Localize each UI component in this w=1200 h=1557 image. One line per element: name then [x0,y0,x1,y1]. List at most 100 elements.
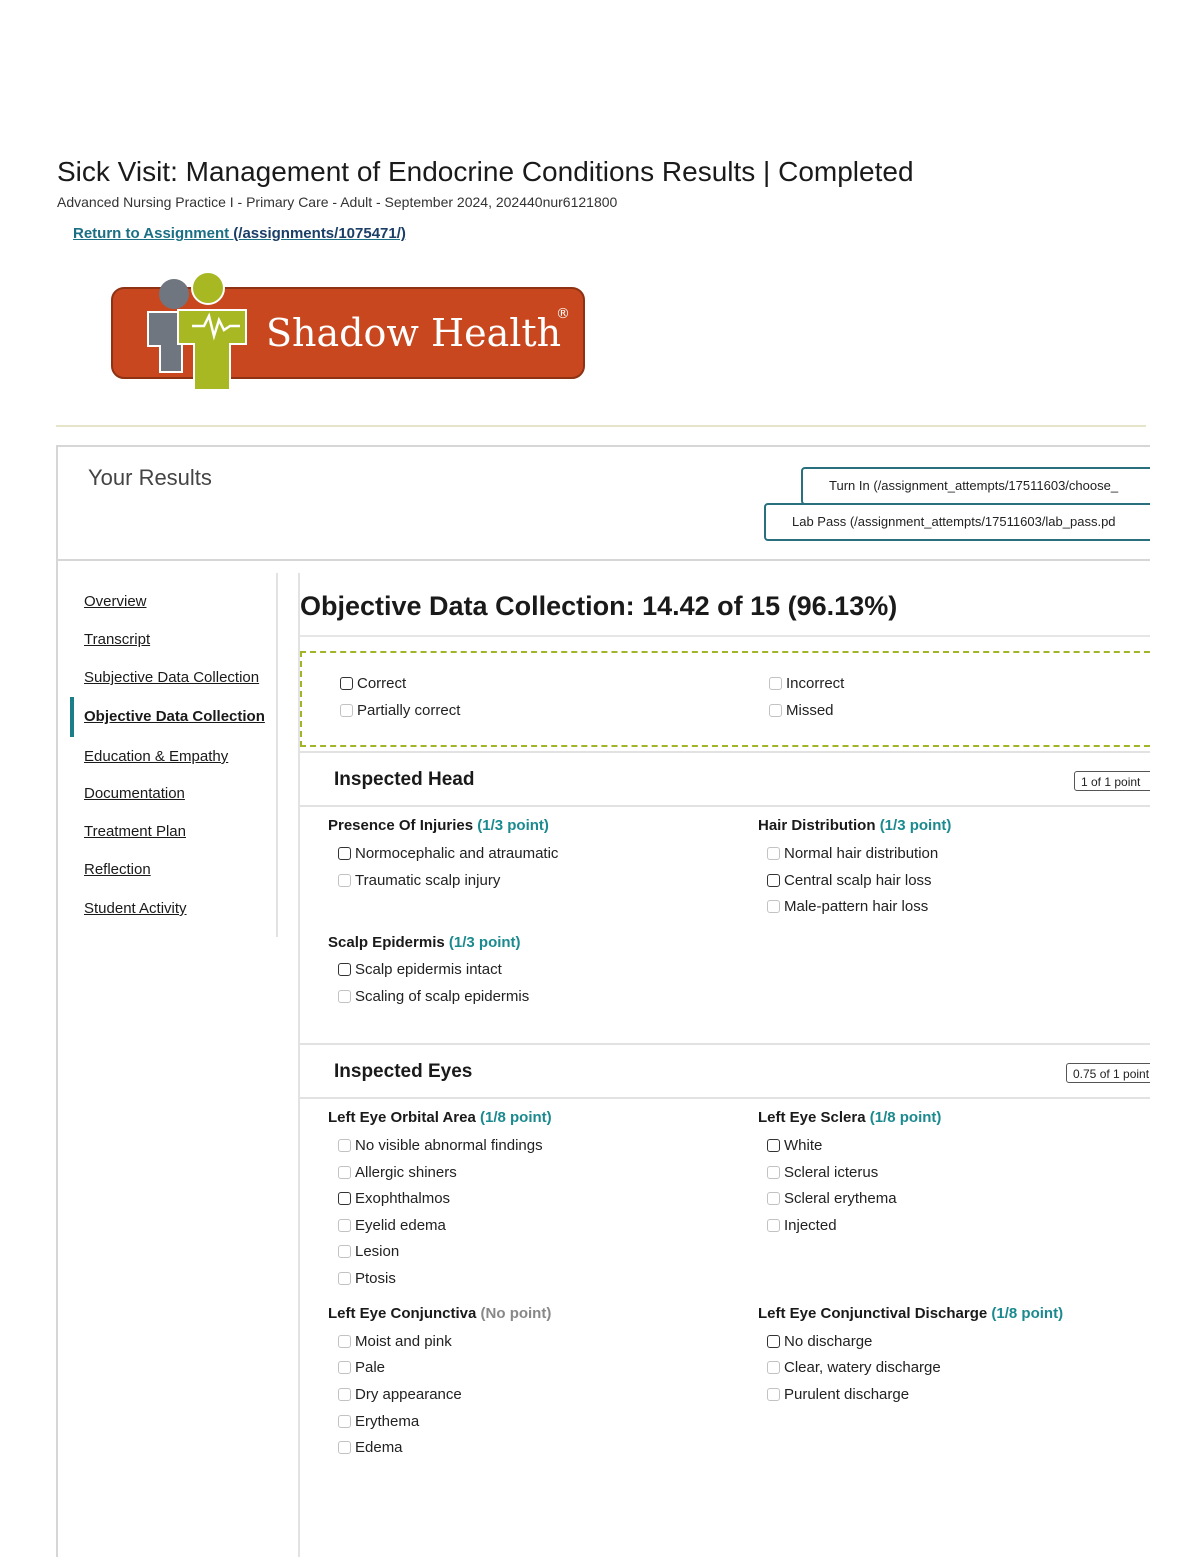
nav-overview[interactable]: Overview [84,593,147,610]
logo-registered-mark: ® [556,306,570,322]
checkbox-icon [338,874,351,887]
score-badge: 0.75 of 1 point [1066,1063,1150,1083]
group-scalp-epidermis: Scalp Epidermis (1/3 point) [328,934,521,951]
group-left-eye-orbital-area: Left Eye Orbital Area (1/8 point) [328,1109,552,1126]
checkbox-icon [767,1192,780,1205]
option-item: Traumatic scalp injury [338,872,500,889]
results-main-content: Objective Data Collection: 14.42 of 15 (… [298,573,1150,1557]
logo-text: Shadow Health [266,311,561,355]
checkbox-icon [767,1166,780,1179]
checkbox-icon [338,1388,351,1401]
checkbox-icon [767,1335,780,1348]
inspected-head-card: Inspected Head 1 of 1 point Presence Of … [300,751,1150,1041]
shadow-health-logo: Shadow Health ® [108,268,588,398]
option-item: Moist and pink [338,1333,452,1350]
checkbox-icon [338,1166,351,1179]
checkbox-icon [340,677,353,690]
lab-pass-button[interactable]: Lab Pass (/assignment_attempts/17511603/… [764,503,1150,541]
checkbox-icon [767,874,780,887]
option-item: Scaling of scalp epidermis [338,988,529,1005]
checkbox-icon [767,1139,780,1152]
option-item: White [767,1137,822,1154]
results-sidebar-nav: Overview Transcript Subjective Data Coll… [58,573,278,937]
return-link-text: Return to Assignment [73,225,230,242]
legend-missed: Missed [769,702,834,719]
legend-incorrect: Incorrect [769,675,844,692]
nav-transcript[interactable]: Transcript [84,631,150,648]
inspected-eyes-card: Inspected Eyes 0.75 of 1 point Left Eye … [300,1043,1150,1523]
checkbox-icon [338,1415,351,1428]
nav-reflection[interactable]: Reflection [84,861,151,878]
checkbox-icon [338,1192,351,1205]
nav-student-activity[interactable]: Student Activity [84,900,187,917]
option-item: Scalp epidermis intact [338,961,502,978]
nav-education-empathy[interactable]: Education & Empathy [84,748,228,765]
option-item: Allergic shiners [338,1164,457,1181]
group-hair-distribution: Hair Distribution (1/3 point) [758,817,952,834]
checkbox-icon [338,1441,351,1454]
return-to-assignment-link[interactable]: Return to Assignment (/assignments/10754… [73,225,406,242]
checkbox-icon [338,847,351,860]
option-item: Central scalp hair loss [767,872,932,889]
option-item: Normocephalic and atraumatic [338,845,558,862]
results-panel: Your Results Turn In (/assignment_attemp… [56,445,1150,1557]
checkbox-icon [338,1245,351,1258]
checkbox-icon [769,704,782,717]
nav-treatment-plan[interactable]: Treatment Plan [84,823,186,840]
active-nav-indicator [70,697,74,737]
checkbox-icon [338,1219,351,1232]
card-header[interactable]: Inspected Eyes 0.75 of 1 point [300,1043,1150,1099]
return-link-path: (/assignments/1075471/) [229,225,406,242]
page-subtitle: Advanced Nursing Practice I - Primary Ca… [57,194,618,210]
group-left-eye-conjunctival-discharge: Left Eye Conjunctival Discharge (1/8 poi… [758,1305,1064,1322]
checkbox-icon [767,847,780,860]
group-presence-of-injuries: Presence Of Injuries (1/3 point) [328,817,549,834]
nav-objective-data-collection[interactable]: Objective Data Collection [84,708,265,725]
group-left-eye-conjunctiva: Left Eye Conjunctiva (No point) [328,1305,552,1322]
option-item: Exophthalmos [338,1190,450,1207]
checkbox-icon [338,1335,351,1348]
option-item: Injected [767,1217,837,1234]
card-header[interactable]: Inspected Head 1 of 1 point [300,751,1150,807]
checkbox-icon [767,1361,780,1374]
checkbox-icon [338,1139,351,1152]
nav-documentation[interactable]: Documentation [84,785,185,802]
checkbox-icon [338,1272,351,1285]
legend-correct: Correct [340,675,406,692]
card-title: Inspected Head [334,769,475,790]
option-item: Clear, watery discharge [767,1359,941,1376]
your-results-heading: Your Results [88,465,212,490]
card-title: Inspected Eyes [334,1061,473,1082]
option-item: Eyelid edema [338,1217,446,1234]
option-item: Normal hair distribution [767,845,938,862]
option-item: Ptosis [338,1270,396,1287]
checkbox-icon [767,1219,780,1232]
header-divider [56,425,1146,427]
option-item: Edema [338,1439,403,1456]
section-divider [300,635,1150,637]
checkbox-icon [767,1388,780,1401]
checkbox-icon [338,963,351,976]
legend-partially-correct: Partially correct [340,702,460,719]
answer-legend: Correct Partially correct Incorrect Miss… [300,651,1150,747]
shadow-health-logo-graphic: Shadow Health ® [111,271,585,391]
option-item: Erythema [338,1413,419,1430]
section-title: Objective Data Collection: 14.42 of 15 (… [300,591,898,621]
page-title: Sick Visit: Management of Endocrine Cond… [57,156,914,187]
option-item: Lesion [338,1243,399,1260]
option-item: Purulent discharge [767,1386,909,1403]
option-item: Scleral icterus [767,1164,878,1181]
turn-in-button[interactable]: Turn In (/assignment_attempts/17511603/c… [801,467,1150,505]
checkbox-icon [340,704,353,717]
option-item: No visible abnormal findings [338,1137,543,1154]
option-item: Dry appearance [338,1386,462,1403]
checkbox-icon [338,1361,351,1374]
group-left-eye-sclera: Left Eye Sclera (1/8 point) [758,1109,942,1126]
checkbox-icon [769,677,782,690]
checkbox-icon [338,990,351,1003]
checkbox-icon [767,900,780,913]
results-header: Your Results Turn In (/assignment_attemp… [58,447,1150,561]
option-item: No discharge [767,1333,872,1350]
score-badge: 1 of 1 point [1074,771,1150,791]
nav-subjective-data-collection[interactable]: Subjective Data Collection [84,669,259,686]
